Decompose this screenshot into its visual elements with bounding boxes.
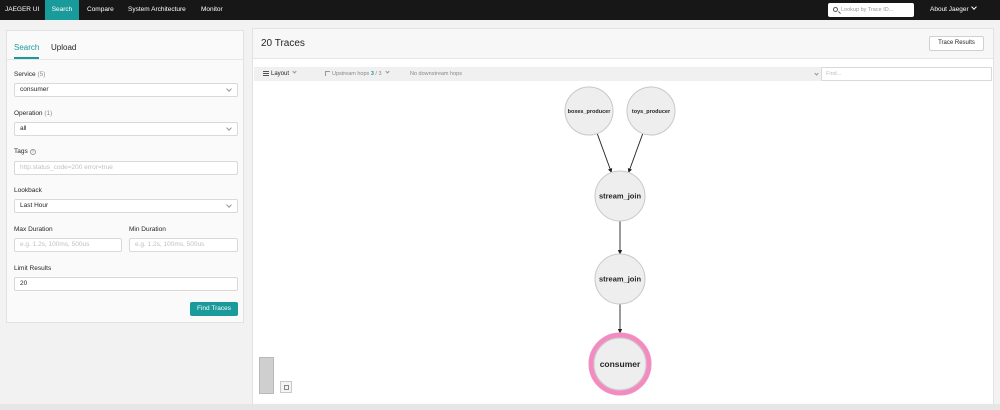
node-stream_join_2[interactable]: stream_join xyxy=(594,253,646,305)
tags-label: Tags? xyxy=(14,148,36,155)
trace-lookup[interactable] xyxy=(828,3,914,17)
tags-input[interactable]: http.status_code=200 error=true xyxy=(14,161,238,175)
node-label: stream_join xyxy=(599,275,642,284)
node-label: boxes_producer xyxy=(568,109,612,115)
node-label: consumer xyxy=(600,359,641,369)
max-duration-label: Max Duration xyxy=(14,226,53,233)
fit-view-icon xyxy=(284,385,289,390)
service-label-text: Service xyxy=(14,71,36,78)
lookback-label: Lookback xyxy=(14,187,42,194)
node-toys_producer[interactable]: toys_producer xyxy=(626,86,676,136)
top-nav: JAEGER UI Search Compare System Architec… xyxy=(0,0,1000,20)
bottom-scrollbar[interactable] xyxy=(0,404,1000,410)
trace-id-input[interactable] xyxy=(841,5,911,15)
min-duration-label: Min Duration xyxy=(129,226,166,233)
graph-minimap[interactable] xyxy=(259,357,274,394)
search-panel: Search Upload Service (5) consumer Opera… xyxy=(6,30,244,323)
node-consumer[interactable]: consumer xyxy=(588,332,652,396)
chevron-down-icon xyxy=(970,4,977,10)
chevron-down-icon xyxy=(226,202,232,208)
service-count: (5) xyxy=(37,71,46,78)
operation-label-text: Operation xyxy=(14,110,43,117)
nav-system-architecture[interactable]: System Architecture xyxy=(128,0,186,20)
node-label: toys_producer xyxy=(632,109,671,115)
limit-results-input[interactable]: 20 xyxy=(14,277,238,291)
chevron-down-icon xyxy=(226,125,232,131)
nav-search[interactable]: Search xyxy=(45,0,79,20)
node-label: stream_join xyxy=(599,192,642,201)
lookback-select[interactable]: Last Hour xyxy=(14,199,238,213)
search-icon xyxy=(833,7,838,12)
node-stream_join_1[interactable]: stream_join xyxy=(594,170,646,222)
operation-label: Operation (1) xyxy=(14,110,52,117)
operation-select[interactable]: all xyxy=(14,122,238,136)
about-label: About Jaeger xyxy=(930,6,969,13)
tags-label-text: Tags xyxy=(14,148,28,155)
lookback-value: Last Hour xyxy=(20,202,49,209)
tabs-divider xyxy=(7,59,243,60)
max-duration-input[interactable]: e.g. 1.2s, 100ms, 500us xyxy=(14,238,122,252)
service-value: consumer xyxy=(20,86,49,93)
trace-dag-graph: boxes_producer toys_producerstream_joinst… xyxy=(564,86,676,396)
chevron-down-icon xyxy=(226,86,232,92)
edge-toys_producer-to-stream_join_1 xyxy=(627,133,644,173)
find-traces-button[interactable]: Find Traces xyxy=(190,302,238,316)
help-icon[interactable]: ? xyxy=(29,149,36,155)
fit-to-view-button[interactable] xyxy=(280,381,292,393)
results-panel: 20 Traces Trace Results Layout Upstream … xyxy=(252,28,994,406)
brand-logo[interactable]: JAEGER UI xyxy=(5,0,39,20)
edge-boxes_producer-to-stream_join_1 xyxy=(596,133,613,173)
node-boxes_producer[interactable]: boxes_producer xyxy=(564,86,614,136)
operation-value: all xyxy=(20,125,27,132)
min-duration-input[interactable]: e.g. 1.2s, 100ms, 500us xyxy=(129,238,238,252)
operation-count: (1) xyxy=(44,110,53,117)
service-label: Service (5) xyxy=(14,71,45,78)
limit-results-label: Limit Results xyxy=(14,265,52,272)
service-select[interactable]: consumer xyxy=(14,83,238,97)
nav-compare[interactable]: Compare xyxy=(87,0,114,20)
nav-monitor[interactable]: Monitor xyxy=(201,0,223,20)
about-jaeger-menu[interactable]: About Jaeger xyxy=(930,0,977,20)
tab-search[interactable]: Search xyxy=(14,43,40,59)
tab-upload[interactable]: Upload xyxy=(51,43,76,52)
